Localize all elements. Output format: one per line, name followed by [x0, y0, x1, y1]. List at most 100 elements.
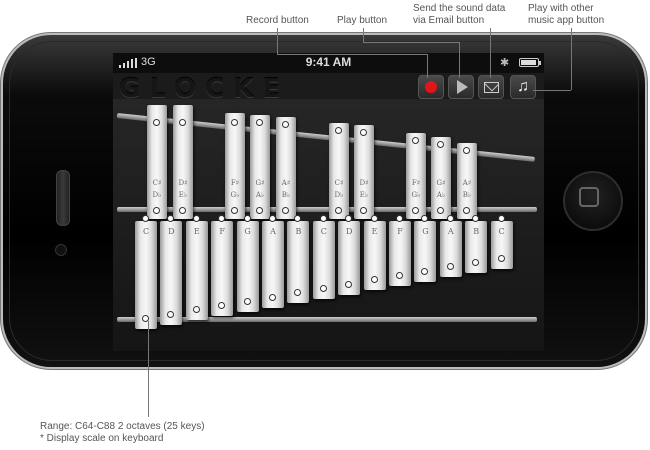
natural-key[interactable]: D [160, 215, 183, 325]
record-callout-line-v2 [427, 54, 428, 78]
music-note-icon: ♫ [517, 78, 529, 95]
key-pin [319, 285, 327, 292]
range-note-line2: * Display scale on keyboard [40, 433, 164, 444]
music-app-button[interactable]: ♫ [510, 75, 536, 99]
natural-key[interactable]: F [211, 215, 234, 316]
key-pin [142, 215, 149, 222]
key-pin [437, 141, 444, 148]
record-icon [425, 81, 437, 93]
natural-key[interactable]: B [287, 215, 310, 303]
accidental-key[interactable]: F♯ G♭ [225, 113, 245, 219]
accidental-key[interactable]: A♯ B♭ [276, 117, 296, 219]
key-pin [167, 215, 175, 222]
accidental-key[interactable]: C♯ D♭ [147, 105, 167, 219]
key-pin [412, 137, 419, 144]
key-pin [269, 294, 276, 301]
key-label-sharp: C♯ [152, 179, 162, 187]
key-label-flat: G♭ [230, 191, 240, 199]
play-callout-line-v2 [459, 42, 460, 78]
key-pin [335, 207, 342, 214]
key-pin [218, 302, 226, 309]
key-pin [345, 215, 353, 222]
key-pin [412, 207, 419, 214]
natural-key[interactable]: G [236, 215, 259, 312]
accidental-key[interactable]: F♯ G♭ [406, 133, 426, 219]
key-pin [294, 289, 302, 296]
key-pin [231, 207, 238, 214]
play-button[interactable] [448, 75, 474, 99]
key-pin [396, 215, 403, 222]
key-pin [472, 215, 480, 222]
key-label-flat: E♭ [178, 191, 188, 199]
accidental-key[interactable]: D♯ E♭ [354, 125, 374, 219]
callout-music-app: Play with other music app button [528, 3, 604, 27]
natural-key[interactable]: G [414, 215, 437, 282]
music-callout-line-h [533, 90, 571, 91]
accidental-key[interactable]: G♯ A♭ [431, 137, 451, 219]
natural-key[interactable]: C [490, 215, 513, 269]
natural-key[interactable]: A [262, 215, 284, 308]
callout-email-line1: Send the sound data [413, 3, 506, 14]
key-label-sharp: F♯ [411, 179, 421, 187]
battery-icon [519, 58, 541, 67]
record-callout-line-h [277, 54, 427, 55]
key-pin [282, 121, 289, 128]
natural-key[interactable]: E [185, 215, 208, 320]
natural-key[interactable]: A [439, 215, 462, 277]
natural-key[interactable]: C [312, 215, 335, 299]
key-label-natural: E [193, 227, 200, 236]
email-icon [483, 81, 499, 93]
key-label-sharp: F♯ [230, 179, 240, 187]
play-icon [457, 80, 468, 94]
callout-email: Send the sound data via Email button [413, 3, 505, 27]
play-callout-line-h [363, 42, 459, 43]
key-pin [294, 215, 302, 222]
key-pin [319, 215, 327, 222]
natural-key[interactable]: B [465, 215, 488, 273]
callout-email-line2: via Email button [413, 15, 485, 26]
key-pin [360, 207, 367, 214]
accidental-key[interactable]: G♯ A♭ [250, 115, 270, 219]
glockenspiel: C♯ D♭ D♯ E♭ F♯ G♭ G♯ A♭ A♯ B♭ C♯ D♭ D♯ E♭ F♯ G♭ G♯ A♭ A♯ B♭… [113, 99, 544, 351]
record-callout-line-v [277, 28, 278, 54]
speaker-grille [56, 170, 70, 226]
natural-key[interactable]: F [389, 215, 411, 286]
key-label-flat: A♭ [255, 191, 265, 199]
key-pin [335, 127, 342, 134]
email-callout-line [490, 28, 491, 78]
status-bar: 3G 9:41 AM ✱ [113, 53, 544, 73]
range-note: Range: C64-C88 2 octaves (25 keys) * Dis… [40, 421, 205, 445]
key-label-sharp: D♯ [178, 179, 188, 187]
key-label-flat: B♭ [462, 191, 472, 199]
natural-key[interactable]: C [135, 215, 157, 329]
natural-key[interactable]: E [363, 215, 386, 290]
key-label-natural: A [447, 227, 454, 236]
email-button[interactable] [478, 75, 504, 99]
key-pin [256, 207, 263, 214]
key-label-flat: A♭ [436, 191, 446, 199]
natural-key[interactable]: D [338, 215, 361, 295]
accidental-key[interactable]: A♯ B♭ [457, 143, 477, 219]
accidental-key[interactable]: D♯ E♭ [173, 105, 193, 219]
camera-icon [55, 244, 67, 256]
key-pin [463, 147, 470, 154]
key-label-flat: G♭ [411, 191, 421, 199]
key-pin [231, 119, 238, 126]
key-pin [421, 268, 429, 275]
key-label-natural: D [168, 227, 175, 236]
key-pin [243, 215, 251, 222]
key-pin [437, 207, 444, 214]
key-label-natural: G [244, 227, 251, 236]
key-label-natural: E [371, 227, 378, 236]
key-pin [167, 311, 175, 318]
clock: 9:41 AM [305, 55, 352, 69]
callout-music-line2: music app button [528, 15, 605, 26]
bluetooth-icon: ✱ [500, 57, 510, 69]
key-label-sharp: A♯ [281, 179, 291, 187]
key-pin [396, 272, 403, 279]
key-label-sharp: G♯ [255, 179, 265, 187]
app-screen: 3G 9:41 AM ✱ GLOCKE ♫ C♯ D♭ D♯ E♭ F♯ G♭ G♯ A♭ A♯… [113, 53, 544, 351]
accidental-key[interactable]: C♯ D♭ [329, 123, 349, 219]
record-button[interactable] [418, 75, 444, 99]
music-callout-line [571, 28, 572, 90]
